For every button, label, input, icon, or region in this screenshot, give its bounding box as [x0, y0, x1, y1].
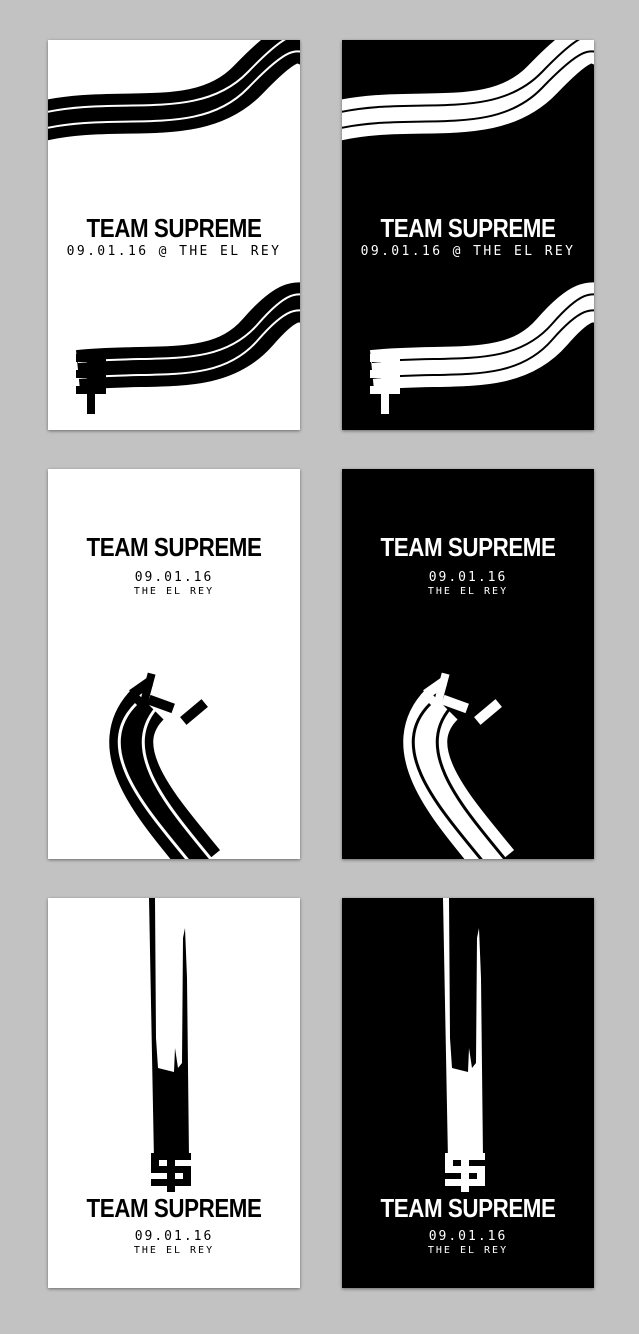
brush-stroke-graphic [109, 672, 221, 859]
poster-card-dark-wave: TEAM SUPREME 09.01.16 @ THE EL REY [342, 40, 594, 430]
poster-date-venue: 09.01.16 @ THE EL REY [360, 244, 576, 259]
poster-date: 09.01.16 [428, 1229, 508, 1244]
ts-monogram-logo [445, 1148, 485, 1192]
poster-venue: THE EL REY [427, 586, 509, 597]
poster-title: TEAM SUPREME [86, 213, 262, 243]
poster-card-dark-drip: TEAM SUPREME 09.01.16 THE EL REY [342, 898, 594, 1288]
poster-card-light-wave: TEAM SUPREME 09.01.16 @ THE EL REY [48, 40, 300, 430]
ts-monogram-logo [151, 1148, 191, 1192]
poster-venue: THE EL REY [427, 1245, 509, 1256]
poster-card-light-curve: TEAM SUPREME 09.01.16 THE EL REY [48, 469, 300, 859]
poster-card-dark-curve: TEAM SUPREME 09.01.16 THE EL REY [342, 469, 594, 859]
poster-date: 09.01.16 [134, 1229, 214, 1244]
poster-title: TEAM SUPREME [86, 532, 262, 562]
poster-title: TEAM SUPREME [86, 1193, 262, 1223]
poster-card-light-drip: TEAM SUPREME 09.01.16 THE EL REY [48, 898, 300, 1288]
poster-date-venue: 09.01.16 @ THE EL REY [66, 244, 282, 259]
poster-venue: THE EL REY [133, 1245, 215, 1256]
brush-stroke-graphic [403, 672, 515, 859]
poster-date: 09.01.16 [428, 570, 508, 585]
poster-date: 09.01.16 [134, 570, 214, 585]
poster-title: TEAM SUPREME [380, 1193, 556, 1223]
poster-venue: THE EL REY [133, 586, 215, 597]
poster-title: TEAM SUPREME [380, 532, 556, 562]
poster-board: TEAM SUPREME 09.01.16 @ THE EL REY TEAM … [0, 0, 639, 1334]
poster-title: TEAM SUPREME [380, 213, 556, 243]
